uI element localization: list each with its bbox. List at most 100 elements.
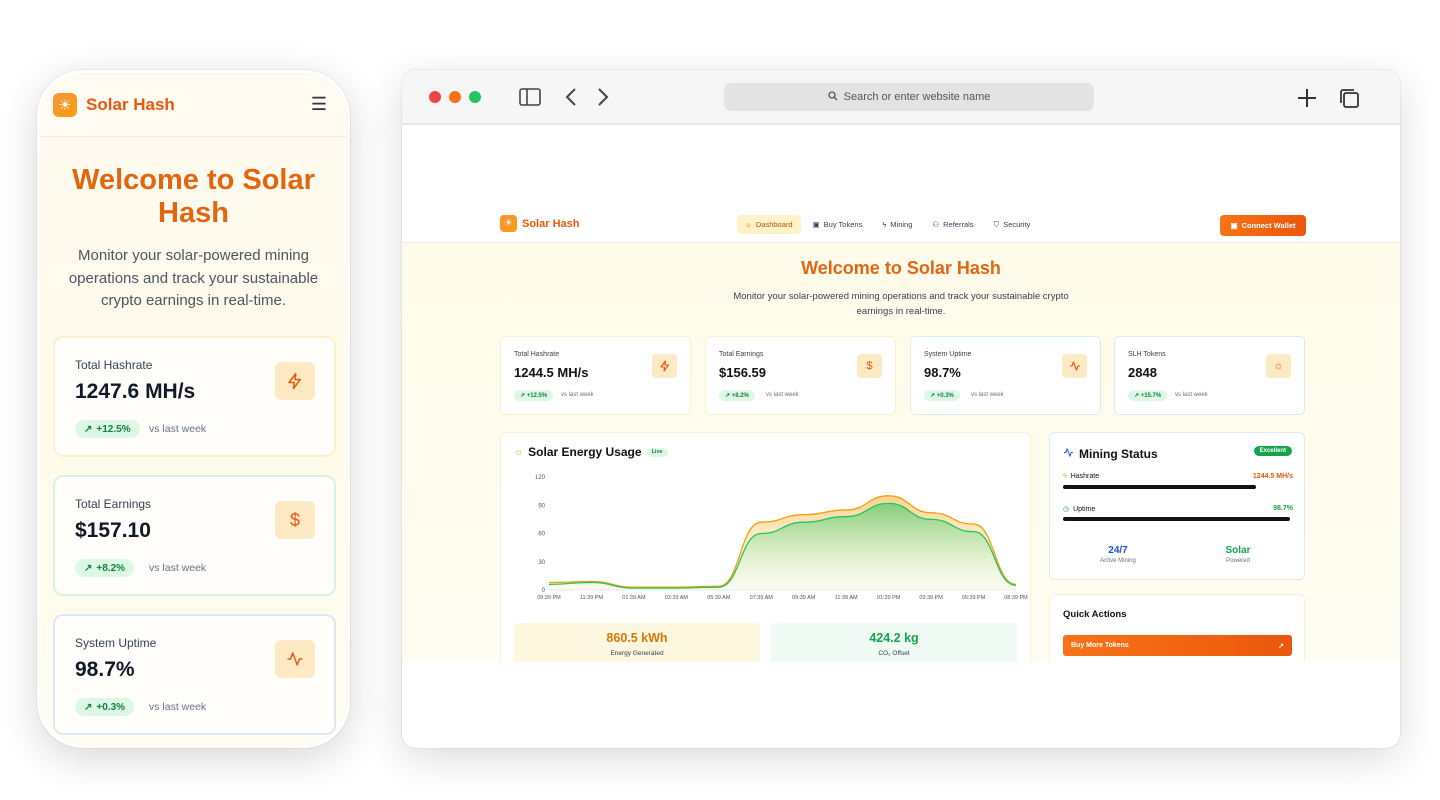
solar-powered-label: Powered [1226, 558, 1250, 564]
stat-value: 98.7% [924, 365, 961, 380]
change-badge: ↗ +15.7% [1128, 390, 1168, 401]
change-badge: ↗ +0.3% [75, 698, 135, 716]
lightning-icon [275, 362, 315, 400]
sun-icon[interactable]: ☀ [53, 92, 77, 117]
stat-comparison: vs last week [766, 392, 799, 398]
y-tick-label: 120 [535, 475, 546, 481]
minimize-window-button[interactable] [449, 91, 461, 103]
browser-window: Search or enter website name ☀ Solar Has… [402, 70, 1400, 748]
arrow-up-right-icon: ↗ [1278, 642, 1284, 650]
uptime-label: ◷ Uptime [1063, 505, 1096, 514]
back-icon[interactable] [565, 87, 577, 111]
stat-comparison: vs last week [971, 392, 1004, 398]
hashrate-progress-bar [1063, 485, 1257, 489]
lightning-icon [652, 354, 677, 378]
active-mining-label: Active Mining [1100, 558, 1136, 564]
trend-up-icon: ↗ [1134, 393, 1140, 399]
stat-card-tokens: SLH Tokens 2848 ☼ ↗ +15.7% vs last week [1114, 336, 1305, 415]
nav-links: ☼ Dashboard ▣ Buy Tokens ϟ Mining ⚇ Referral… [737, 215, 1038, 234]
card-value: 98.7% [75, 658, 135, 681]
mining-status-title: Mining Status [1079, 447, 1158, 461]
y-tick-label: 30 [538, 560, 545, 566]
site-navbar: ☀ Solar Hash ☼ Dashboard ▣ Buy Tokens ϟ Min… [402, 207, 1400, 243]
page-title: Welcome to Solar Hash [801, 258, 1001, 278]
stat-value: 2848 [1128, 365, 1157, 380]
lightning-icon: ϟ [882, 220, 887, 229]
y-tick-label: 90 [538, 503, 545, 509]
nav-item-dashboard[interactable]: ☼ Dashboard [737, 215, 801, 234]
sidebar-toggle-icon[interactable] [519, 88, 541, 110]
solar-energy-card: ☼ Solar Energy Usage Live 0 30 60 90 120… [500, 432, 1031, 662]
sun-icon: ☼ [745, 220, 752, 229]
x-tick-label: 09:39 PM [537, 595, 561, 601]
x-tick-label: 03:39 AM [665, 595, 689, 601]
clock-icon: ◷ [1063, 506, 1070, 513]
x-tick-label: 01:39 PM [877, 595, 901, 601]
mining-status-header: Mining Status [1063, 445, 1158, 463]
trend-up-icon: ↗ [725, 393, 731, 399]
card-label: System Uptime [75, 636, 157, 650]
sun-icon: ☀ [500, 215, 517, 232]
activity-icon [1062, 354, 1087, 378]
card-label: Total Earnings [75, 497, 152, 511]
change-badge: ↗ +12.5% [514, 390, 554, 401]
mobile-page-title: Welcome to Solar Hash [72, 164, 315, 229]
quick-actions-title: Quick Actions [1063, 609, 1127, 620]
x-tick-label: 05:39 AM [707, 595, 731, 601]
connect-wallet-button[interactable]: ▣ Connect Wallet [1220, 215, 1306, 236]
close-window-button[interactable] [429, 91, 441, 103]
solar-powered-value: Solar [1225, 545, 1251, 556]
change-badge: ↗ +12.5% [75, 420, 140, 438]
stat-comparison: vs last week [561, 392, 594, 398]
nav-item-buy-tokens[interactable]: ▣ Buy Tokens [805, 215, 871, 234]
uptime-value: 98.7% [1273, 505, 1293, 512]
mobile-card-uptime: System Uptime 98.7% ↗ +0.3% vs last week [53, 614, 336, 735]
site-logo[interactable]: ☀ Solar Hash [500, 215, 579, 232]
mining-status-card: Mining Status Excellent ϟ Hashrate 1244.5… [1049, 432, 1305, 580]
change-badge: ↗ +0.3% [924, 390, 960, 401]
hamburger-menu-icon[interactable]: ☰ [311, 94, 327, 115]
nav-item-mining[interactable]: ϟ Mining [874, 215, 920, 234]
solar-powered-stat: Solar Powered [1183, 545, 1293, 564]
buy-more-tokens-button[interactable]: Buy More Tokens ↗ [1063, 635, 1292, 656]
mobile-device-frame: ☀ Solar Hash ☰ Welcome to Solar Hash Mon… [37, 70, 350, 748]
tab-overview-icon[interactable] [1339, 88, 1360, 113]
mobile-header: ☀ Solar Hash ☰ [40, 73, 347, 137]
mobile-card-earnings: Total Earnings $157.10 $ ↗ +8.2% vs last … [53, 475, 336, 596]
maximize-window-button[interactable] [469, 91, 481, 103]
card-comparison: vs last week [149, 423, 207, 435]
dollar-icon: $ [275, 501, 315, 539]
change-badge: ↗ +8.2% [719, 390, 755, 401]
search-icon [827, 90, 838, 104]
mobile-logo-text[interactable]: Solar Hash [86, 95, 311, 115]
trend-up-icon: ↗ [84, 423, 93, 435]
card-value: $157.10 [75, 519, 151, 542]
trend-up-icon: ↗ [84, 701, 93, 713]
stat-value: 1244.5 MH/s [514, 365, 589, 380]
sun-icon: ☼ [1266, 354, 1291, 378]
address-bar[interactable]: Search or enter website name [724, 83, 1094, 111]
activity-icon [1063, 445, 1074, 463]
users-icon: ⚇ [932, 220, 940, 229]
quick-actions-card: Quick Actions Buy More Tokens ↗ [1049, 594, 1305, 662]
energy-generated-label: Energy Generated [610, 650, 664, 657]
mobile-card-hashrate: Total Hashrate 1247.6 MH/s ↗ +12.5% vs la… [53, 336, 336, 457]
stat-label: System Uptime [924, 351, 972, 358]
forward-icon[interactable] [597, 87, 609, 111]
mobile-page-subtitle: Monitor your solar-powered mining operat… [68, 247, 319, 309]
nav-item-security[interactable]: ⛉ Security [986, 215, 1039, 234]
browser-viewport: ☀ Solar Hash ☼ Dashboard ▣ Buy Tokens ϟ Min… [402, 127, 1400, 662]
wallet-icon: ▣ [812, 220, 820, 229]
site-main: Welcome to Solar Hash Monitor your solar… [402, 244, 1400, 662]
x-tick-label: 09:39 AM [792, 595, 816, 601]
x-tick-label: 11:39 AM [835, 595, 858, 601]
new-tab-icon[interactable] [1297, 88, 1317, 112]
nav-item-referrals[interactable]: ⚇ Referrals [924, 215, 981, 234]
trend-up-icon: ↗ [930, 393, 936, 399]
x-tick-label: 01:39 AM [622, 595, 646, 601]
browser-toolbar: Search or enter website name [402, 70, 1400, 125]
energy-generated-value: 860.5 kWh [606, 631, 668, 645]
hashrate-value: 1244.5 MH/s [1252, 473, 1293, 480]
trend-up-icon: ↗ [84, 562, 93, 574]
card-comparison: vs last week [149, 701, 207, 713]
